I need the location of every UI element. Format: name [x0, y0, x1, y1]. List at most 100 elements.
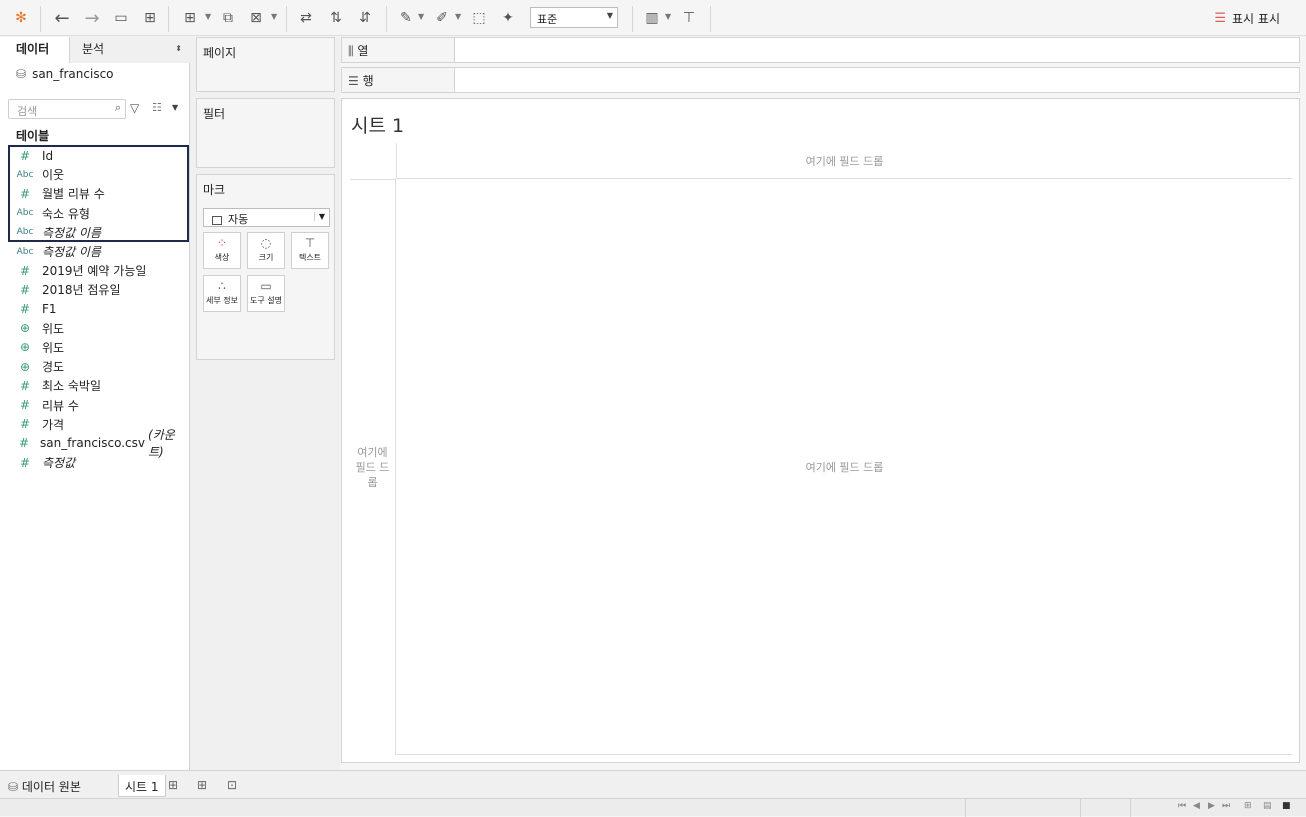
columns-drop-zone[interactable]: 여기에 필드 드롭 [396, 143, 1292, 179]
number-type-icon: # [19, 455, 31, 470]
tabs-view-icon[interactable]: ■ [1282, 801, 1291, 811]
rows-drop-zone[interactable]: 여기에 필드 드롭 [350, 179, 396, 755]
swap-icon[interactable]: ⇄ [296, 8, 316, 28]
next-sheet-icon[interactable]: ▶ [1208, 801, 1215, 811]
field-item[interactable]: # 측정값 [8, 453, 188, 472]
chevron-down-icon[interactable]: ▼ [205, 12, 211, 21]
field-item[interactable]: Abc 이웃 [8, 165, 188, 184]
list-view-icon[interactable]: ☷ [152, 101, 162, 114]
field-item[interactable]: # F1 [8, 300, 188, 319]
first-sheet-icon[interactable]: ⏮ [1178, 801, 1186, 811]
square-icon [212, 215, 222, 225]
new-story-icon[interactable]: ⊡ [221, 775, 243, 797]
field-name: 최소 숙박일 [42, 379, 102, 394]
filter-icon[interactable]: ▽ [130, 101, 139, 115]
worksheet-canvas: 시트 1 여기에 필드 드롭 여기에 필드 드롭 여기에 필드 드롭 [341, 98, 1300, 763]
number-type-icon: # [19, 417, 31, 432]
number-type-icon: # [18, 436, 30, 451]
chevron-down-icon[interactable]: ▼ [418, 12, 424, 21]
columns-drop-text: 여기에 필드 드롭 [805, 154, 884, 168]
field-item[interactable]: Abc 측정값 이름 [8, 223, 188, 242]
highlight-icon[interactable]: ✎ [396, 8, 416, 28]
fit-select[interactable]: 표준 ▼ [530, 7, 618, 28]
prev-sheet-icon[interactable]: ◀ [1193, 801, 1200, 811]
new-worksheet-icon[interactable]: ⊞ [162, 775, 184, 797]
duplicate-icon[interactable]: ⧉ [218, 8, 238, 28]
chevron-down-icon[interactable]: ▼ [665, 12, 671, 21]
detail-button[interactable]: ∴ 세부 정보 [203, 275, 241, 312]
undo-icon[interactable]: ← [52, 8, 72, 29]
field-item[interactable]: ⊕ 위도 [8, 338, 188, 357]
columns-shelf[interactable]: ⫼ 열 [341, 37, 1300, 63]
columns-label: 열 [357, 44, 369, 58]
sort-icon[interactable]: ⬍ [175, 37, 182, 61]
tooltip-button[interactable]: ▭ 도구 설명 [247, 275, 285, 312]
marks-card: 마크 자동 ▼ ⁘ 색상 ◌ 크기 ⊤ 텍스트 ∴ 세부 정보 ▭ 도구 설명 [196, 174, 335, 360]
rows-shelf[interactable]: ☰ 행 [341, 67, 1300, 93]
search-input[interactable]: 검색 ⌕ [8, 99, 126, 119]
field-item[interactable]: Abc 측정값 이름 [8, 242, 188, 261]
sheet-sorter-icon[interactable]: ⊞ [1244, 801, 1252, 811]
tab-datasource[interactable]: ⛁ 데이터 원본 [2, 775, 87, 797]
search-icon: ⌕ [114, 101, 121, 114]
field-name: 이웃 [42, 168, 65, 183]
number-type-icon: # [19, 302, 31, 317]
redo-icon[interactable]: → [82, 8, 102, 29]
chevron-down-icon[interactable]: ▼ [455, 12, 461, 21]
text-button[interactable]: ⊤ 텍스트 [291, 232, 329, 269]
chevron-down-icon[interactable]: ▼ [172, 103, 178, 112]
field-item[interactable]: # 리뷰 수 [8, 395, 188, 414]
field-item[interactable]: #2019년 예약 가능일 [8, 261, 188, 280]
new-worksheet-icon[interactable]: ⊞ [180, 8, 200, 28]
fit-select-value: 표준 [537, 13, 558, 26]
pin-icon[interactable]: ✦ [498, 8, 518, 28]
chart-icon[interactable]: ▥ [642, 8, 662, 28]
tab-data[interactable]: 데이터 [0, 37, 70, 63]
field-item[interactable]: #2018년 점유일 [8, 280, 188, 299]
color-button[interactable]: ⁘ 색상 [203, 232, 241, 269]
tooltip-icon: ▭ [260, 279, 272, 293]
sort-desc-icon[interactable]: ⇵ [355, 8, 375, 28]
show-me-icon: ☰ [1214, 11, 1227, 26]
sheet-title[interactable]: 시트 1 [351, 111, 404, 138]
last-sheet-icon[interactable]: ⏭ [1222, 801, 1230, 811]
tab-analysis-label: 분석 [82, 42, 105, 56]
field-name: 가격 [42, 417, 65, 432]
field-item[interactable]: Abc 숙소 유형 [8, 204, 188, 223]
view-drop-zone[interactable]: 여기에 필드 드롭 [397, 179, 1292, 755]
chevron-down-icon[interactable]: ▼ [271, 12, 277, 21]
datasource-item[interactable]: ⛁ san_francisco [16, 67, 114, 81]
color-icon: ⁘ [216, 236, 228, 250]
filters-card[interactable]: 필터 [196, 98, 335, 168]
number-type-icon: # [19, 282, 31, 297]
presentation-icon[interactable]: ⊤ [679, 8, 699, 28]
tab-analysis[interactable]: 분석 ⬍ [70, 37, 190, 63]
sort-asc-icon[interactable]: ⇅ [326, 8, 346, 28]
tab-sheet-1[interactable]: 시트 1 [118, 775, 166, 797]
field-item[interactable]: # Id [8, 146, 188, 165]
cards-pane: 페이지 필터 마크 자동 ▼ ⁘ 색상 ◌ 크기 ⊤ 텍스트 ∴ 세부 정보 ▭… [190, 37, 340, 770]
tableau-logo-icon[interactable]: ✻ [11, 8, 31, 28]
size-button[interactable]: ◌ 크기 [247, 232, 285, 269]
field-item[interactable]: # 월별 리뷰 수 [8, 184, 188, 203]
annotate-icon[interactable]: ✐ [432, 8, 452, 28]
new-datasource-icon[interactable]: ⊞ [140, 8, 160, 28]
show-me-button[interactable]: ☰ 표시 표시 [1214, 10, 1280, 27]
field-item[interactable]: ⊕ 경도 [8, 357, 188, 376]
field-name: 위도 [42, 321, 65, 336]
new-dashboard-icon[interactable]: ⊞ [191, 775, 213, 797]
detail-label: 세부 정보 [206, 296, 238, 305]
mark-type-select[interactable]: 자동 ▼ [203, 208, 330, 227]
filmstrip-icon[interactable]: ▤ [1263, 801, 1272, 811]
rows-icon: ☰ [348, 74, 363, 88]
clear-icon[interactable]: ⊠ [246, 8, 266, 28]
field-item[interactable]: # san_francisco.csv (카운트) [8, 428, 188, 459]
pages-card[interactable]: 페이지 [196, 37, 335, 92]
fit-icon[interactable]: ⬚ [469, 8, 489, 28]
field-item[interactable]: # 최소 숙박일 [8, 376, 188, 395]
data-pane: 데이터 분석 ⬍ ⛁ san_francisco 검색 ⌕ ▽ ☷ ▼ 테이블 #… [0, 37, 190, 770]
save-icon[interactable]: ▭ [111, 8, 131, 28]
datasource-name: san_francisco [32, 67, 114, 81]
tab-datasource-label: 데이터 원본 [21, 780, 81, 794]
field-item[interactable]: ⊕ 위도 [8, 319, 188, 338]
